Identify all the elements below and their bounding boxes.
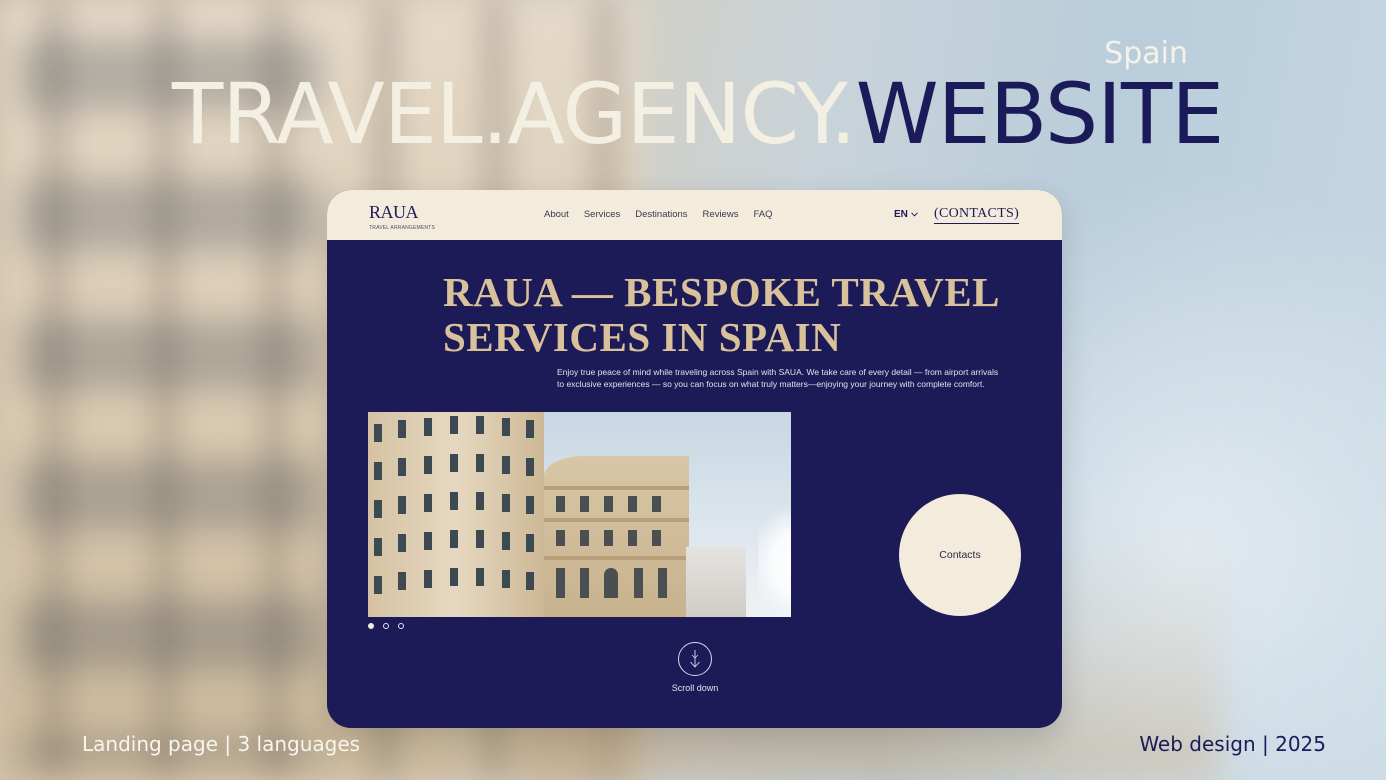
nav-item-destinations[interactable]: Destinations — [635, 209, 687, 220]
slider-dot-2[interactable] — [383, 623, 389, 629]
logo-wordmark: RAUA — [369, 202, 419, 222]
photo-cloud — [758, 492, 791, 617]
arrow-down-icon — [678, 642, 712, 676]
language-label: EN — [894, 209, 908, 220]
photo-building-far — [686, 547, 746, 617]
site-header: RAUA TRAVEL ARRANGEMENTS About Services … — [327, 190, 1062, 240]
photo-building-corner — [544, 456, 689, 617]
nav-item-about[interactable]: About — [544, 209, 569, 220]
contacts-button-label: Contacts — [939, 549, 981, 561]
scroll-down-label: Scroll down — [671, 683, 719, 693]
main-nav: About Services Destinations Reviews FAQ — [544, 209, 772, 220]
title-part-dark: WEBSITE — [855, 65, 1225, 163]
site-logo[interactable]: RAUA TRAVEL ARRANGEMENTS — [369, 202, 435, 231]
hero-heading: RAUA — BESPOKE TRAVEL SERVICES IN SPAIN — [443, 269, 998, 360]
contacts-button[interactable]: Contacts — [899, 494, 1021, 616]
slider-dot-1[interactable] — [368, 623, 374, 629]
nav-item-services[interactable]: Services — [584, 209, 620, 220]
photo-building-left — [368, 412, 544, 617]
hero-photo — [368, 412, 791, 617]
language-selector[interactable]: EN — [894, 209, 918, 220]
scroll-down-control[interactable]: Scroll down — [671, 642, 719, 693]
slider-dot-3[interactable] — [398, 623, 404, 629]
hero-description: Enjoy true peace of mind while traveling… — [557, 367, 999, 389]
chevron-down-icon — [910, 209, 918, 219]
presentation-title: TRAVEL.AGENCY.WEBSITE — [172, 72, 1224, 156]
footer-right-caption: Web design | 2025 — [1139, 732, 1326, 756]
slider-pagination — [368, 623, 404, 629]
website-mockup: RAUA TRAVEL ARRANGEMENTS About Services … — [327, 190, 1062, 728]
nav-item-reviews[interactable]: Reviews — [703, 209, 739, 220]
footer-left-caption: Landing page | 3 languages — [82, 732, 361, 756]
header-contacts-link[interactable]: (CONTACTS) — [934, 206, 1020, 224]
title-part-light: TRAVEL.AGENCY. — [172, 65, 857, 163]
nav-item-faq[interactable]: FAQ — [753, 209, 772, 220]
logo-subtitle: TRAVEL ARRANGEMENTS — [369, 225, 436, 231]
